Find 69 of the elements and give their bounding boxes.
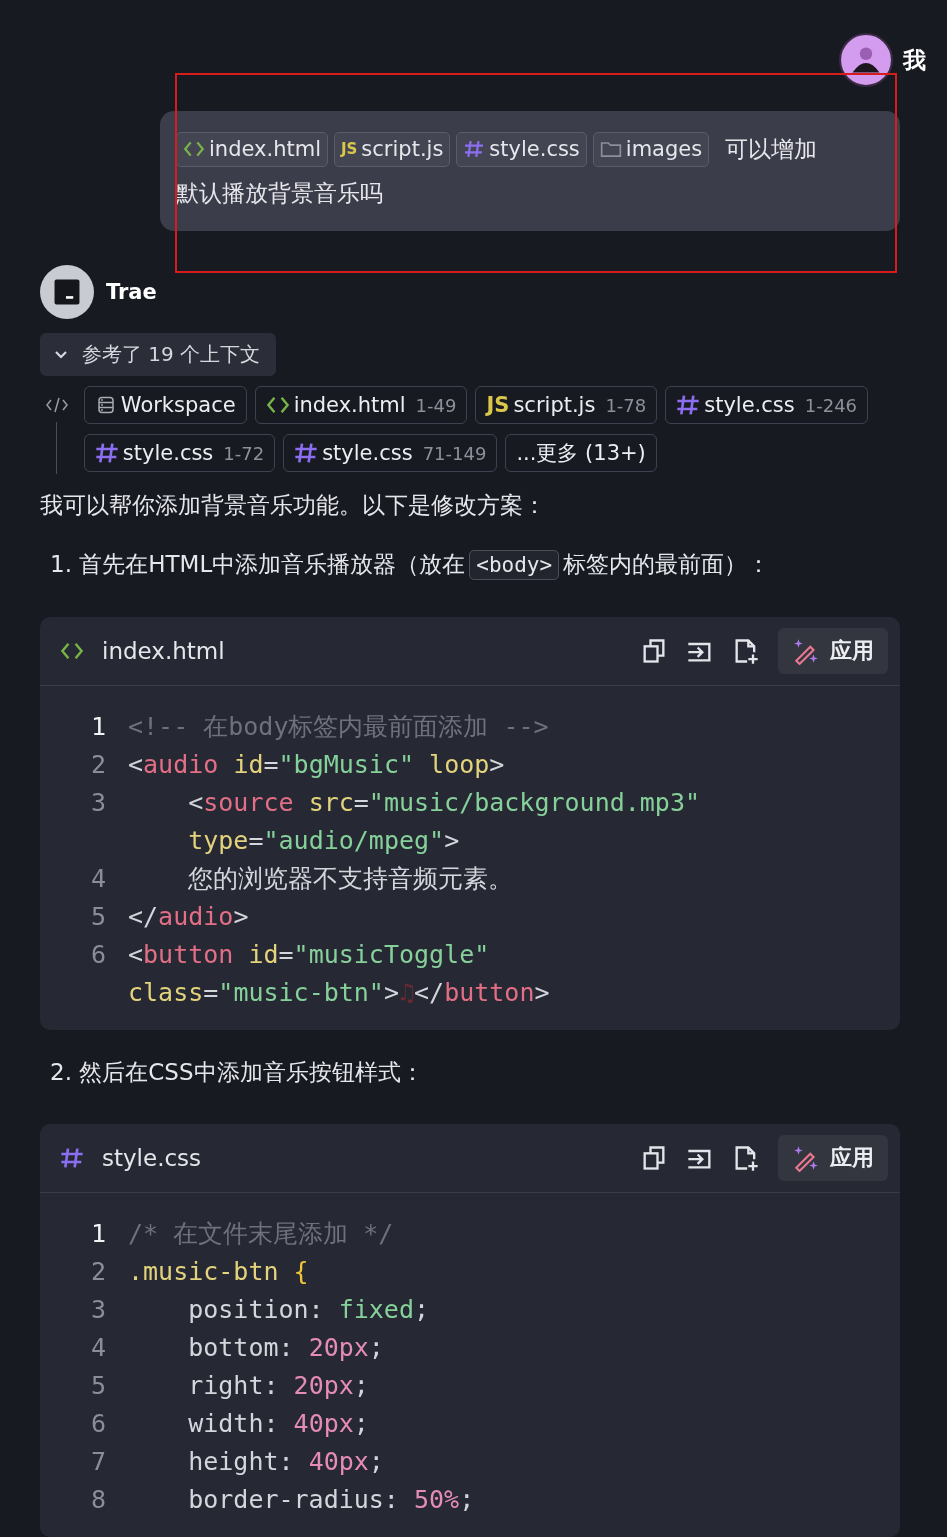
code-line: border-radius: 50%; xyxy=(187,1484,476,1516)
context-toggle[interactable]: 参考了 19 个上下文 xyxy=(40,333,277,376)
user-avatar xyxy=(839,33,893,87)
code-line: <!-- 在body标签内最前面添加 --> xyxy=(128,711,550,743)
file-name: style.css xyxy=(102,1145,202,1171)
line-number: 6 xyxy=(89,939,106,971)
folder-icon xyxy=(599,140,622,158)
code-line: <button id="musicToggle" xyxy=(128,939,491,971)
code-line: bottom: 20px; xyxy=(187,1332,385,1364)
step-text: 2. 然后在CSS中添加音乐按钮样式： xyxy=(50,1058,425,1087)
code-line: class="music-btn">♫</button> xyxy=(128,977,551,1009)
apply-button[interactable]: 应用 xyxy=(778,628,888,674)
magic-wand-icon xyxy=(792,1144,820,1172)
line-number: 8 xyxy=(89,1484,106,1516)
file-chip[interactable]: images xyxy=(592,131,710,167)
reference-chip[interactable]: index.html 1-49 xyxy=(254,386,468,424)
js-label: JS xyxy=(486,394,510,416)
line-number: 3 xyxy=(89,787,106,819)
line-number: 1 xyxy=(89,1218,106,1250)
hash-icon xyxy=(676,394,701,416)
code-line: /* 在文件末尾添加 */ xyxy=(128,1218,395,1250)
line-number: 6 xyxy=(89,1408,106,1440)
file-chip[interactable]: index.html xyxy=(176,131,328,167)
message-text: 可以增加 xyxy=(725,135,818,164)
line-number: 4 xyxy=(89,863,106,895)
code-line: </audio> xyxy=(128,901,250,933)
code-brackets-icon xyxy=(265,394,290,416)
line-number: 2 xyxy=(89,749,106,781)
apply-button[interactable]: 应用 xyxy=(778,1135,888,1181)
code-line: height: 40px; xyxy=(187,1446,385,1478)
js-label: JS xyxy=(340,141,358,157)
code-icon xyxy=(44,396,69,414)
line-number: 5 xyxy=(89,901,106,933)
reference-chip[interactable]: style.css 1-72 xyxy=(83,434,276,472)
code-line: position: fixed; xyxy=(187,1294,431,1326)
hash-icon xyxy=(294,442,319,464)
line-number: 7 xyxy=(89,1446,106,1478)
answer-text: 我可以帮你添加背景音乐功能。以下是修改方案： xyxy=(40,491,547,520)
code-line: type="audio/mpeg"> xyxy=(187,825,461,857)
line-number: 2 xyxy=(89,1256,106,1288)
code-line: <source src="music/background.mp3" xyxy=(187,787,701,819)
code-line: .music-btn { xyxy=(128,1256,310,1288)
reference-chip[interactable]: JS script.js 1-78 xyxy=(475,386,658,424)
user-name: 我 xyxy=(903,45,926,75)
file-chip[interactable]: JS script.js xyxy=(333,131,451,167)
hash-icon xyxy=(60,1147,84,1169)
message-text: 默认播放背景音乐吗 xyxy=(176,179,383,208)
hash-icon xyxy=(94,442,119,464)
file-chip[interactable]: style.css xyxy=(456,131,587,167)
code-line: width: 40px; xyxy=(187,1408,370,1440)
reference-chip[interactable]: style.css 71-149 xyxy=(283,434,498,472)
assistant-avatar xyxy=(40,265,94,319)
code-line: right: 20px; xyxy=(187,1370,370,1402)
assistant-name: Trae xyxy=(106,280,157,304)
magic-wand-icon xyxy=(792,637,820,665)
line-number: 5 xyxy=(89,1370,106,1402)
reference-chip[interactable]: ...更多 (13+) xyxy=(505,434,657,472)
code-line: <audio id="bgMusic" loop> xyxy=(128,749,506,781)
line-number: 4 xyxy=(89,1332,106,1364)
hash-icon xyxy=(463,140,486,158)
code-brackets-icon xyxy=(183,140,205,158)
line-number: 1 xyxy=(89,711,106,743)
step-text: 1. 首先在HTML中添加音乐播放器（放在 <body> 标签内的最前面）： xyxy=(50,544,900,585)
reference-chip[interactable]: style.css 1-246 xyxy=(665,386,869,424)
line-number: 3 xyxy=(89,1294,106,1326)
code-line: 您的浏览器不支持音频元素。 xyxy=(187,863,515,895)
reference-chip[interactable]: Workspace xyxy=(83,386,247,424)
code-brackets-icon xyxy=(60,640,84,662)
file-name: index.html xyxy=(102,638,225,664)
